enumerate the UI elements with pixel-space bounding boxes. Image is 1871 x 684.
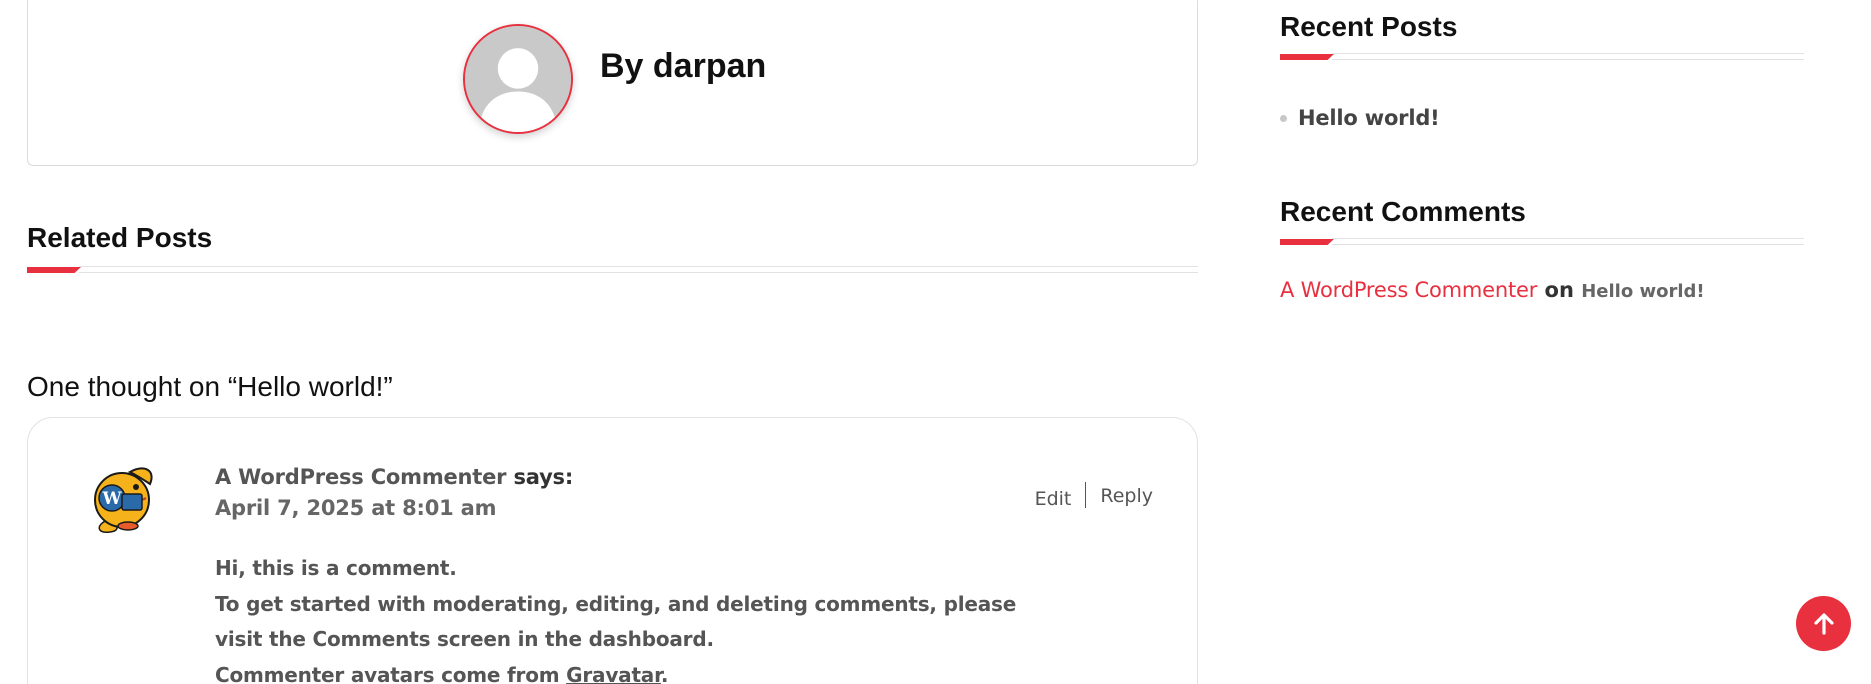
recent-post-item[interactable]: Hello world!: [1280, 106, 1440, 130]
bullet-dot: [1280, 114, 1287, 122]
comment-card: W A WordPress Commenter says: April 7, 2…: [27, 417, 1198, 684]
comment-reply-link[interactable]: Reply: [1086, 485, 1153, 507]
related-posts-divider: [27, 266, 1198, 274]
default-user-icon: [465, 26, 571, 132]
author-byline[interactable]: By darpan: [600, 47, 766, 86]
recent-post-link[interactable]: Hello world!: [1298, 106, 1440, 130]
recent-comment-item: A WordPress Commenter on Hello world!: [1280, 278, 1705, 302]
related-posts-heading: Related Posts: [27, 222, 213, 253]
comment-line-trailing: .: [660, 662, 669, 684]
comment-date-link[interactable]: April 7, 2025 at 8:01 am: [215, 496, 497, 520]
comment-body: Hi, this is a comment. To get started wi…: [215, 551, 1035, 684]
comment-author-link[interactable]: A WordPress Commenter: [215, 465, 507, 489]
arrow-up-icon: [1813, 612, 1834, 635]
recent-posts-divider: [1280, 53, 1804, 61]
comment-line-text: Commenter avatars come from: [215, 662, 567, 684]
author-avatar-icon: [463, 24, 573, 134]
comment-author-line: A WordPress Commenter says:: [215, 465, 573, 489]
recent-comment-connector: on: [1537, 278, 1582, 302]
scroll-to-top-button[interactable]: [1796, 596, 1851, 651]
gravatar-link[interactable]: Gravatar: [566, 663, 661, 684]
wapuu-avatar-icon: W: [88, 460, 158, 534]
comments-title: One thought on “Hello world!”: [27, 371, 393, 402]
comment-edit-link[interactable]: Edit: [1035, 488, 1086, 510]
recent-comments-heading: Recent Comments: [1280, 196, 1526, 227]
comment-line: Hi, this is a comment.: [215, 556, 457, 580]
recent-posts-list: Hello world!: [1280, 106, 1440, 130]
comment-says-label: says:: [506, 465, 574, 489]
recent-comment-post-link[interactable]: Hello world!: [1581, 281, 1704, 302]
comment-line: To get started with moderating, editing,…: [215, 591, 1017, 652]
recent-posts-heading: Recent Posts: [1280, 11, 1458, 42]
svg-text:W: W: [101, 489, 122, 509]
author-box: By darpan: [27, 0, 1198, 166]
recent-comments-divider: [1280, 238, 1804, 246]
recent-comment-author-link[interactable]: A WordPress Commenter: [1280, 278, 1537, 302]
comment-line: Commenter avatars come from Gravatar.: [215, 658, 1035, 684]
comment-actions: Edit Reply: [1035, 482, 1153, 510]
